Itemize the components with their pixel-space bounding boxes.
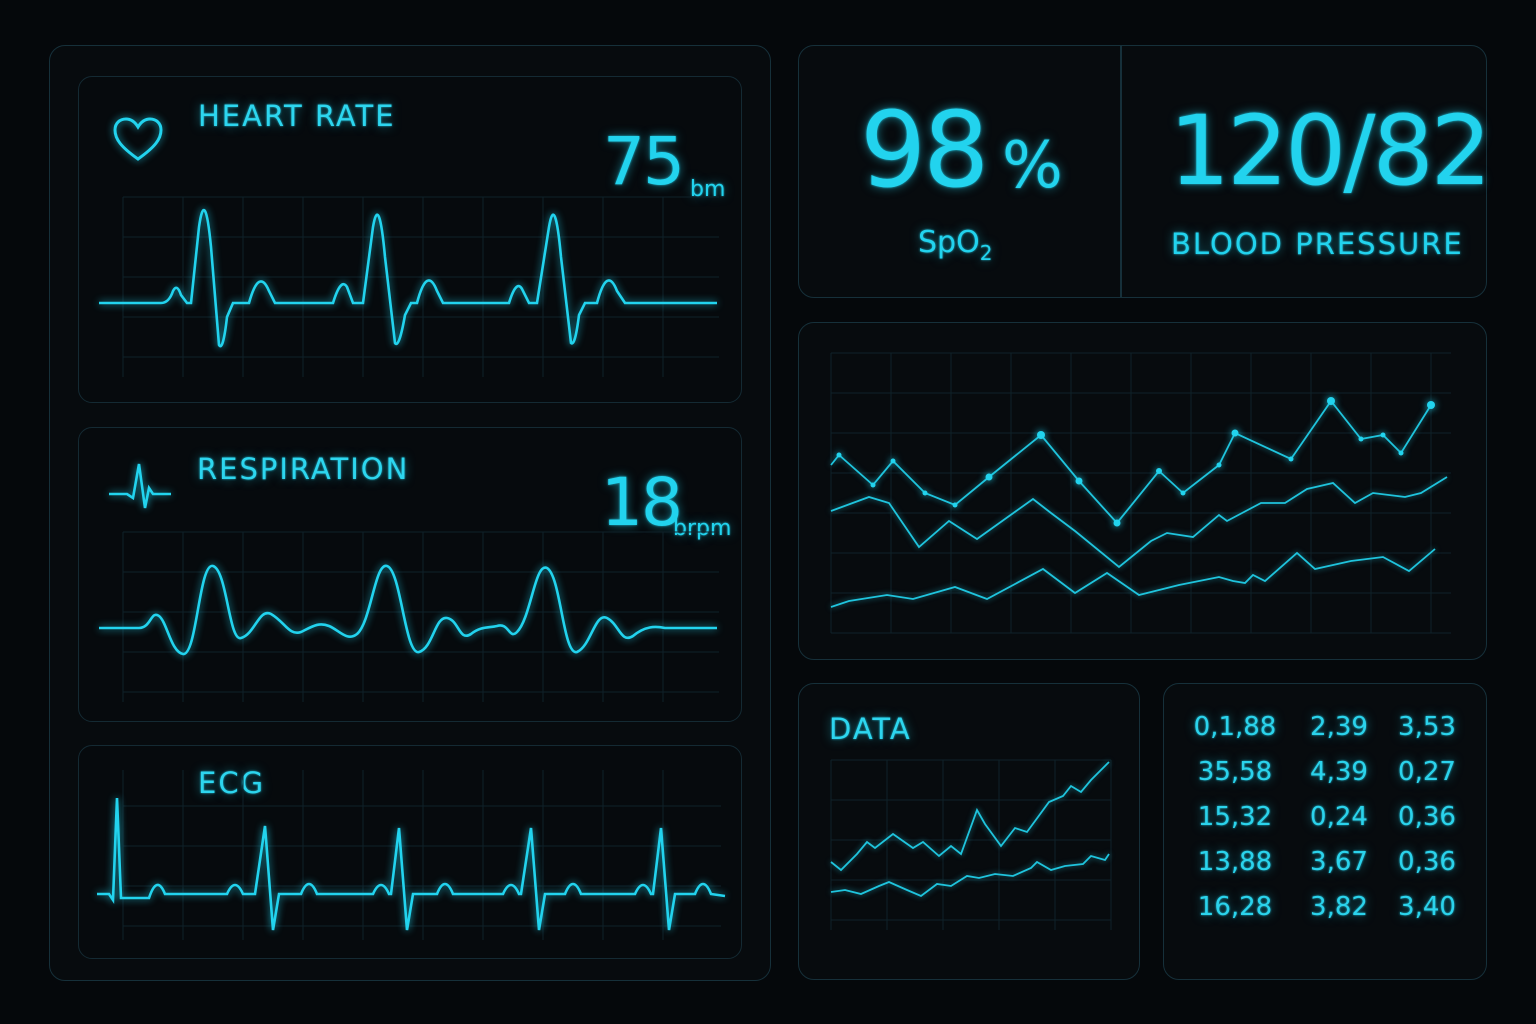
spo2-label-main: SpO [918,225,980,260]
data-grid [830,759,1112,930]
respiration-card[interactable]: RESPIRATION 18 brpm [78,427,742,722]
trend-chart-panel[interactable] [798,322,1487,660]
table-cell: 3,53 [1398,712,1456,742]
trend-point [952,502,958,508]
trend-point [1380,432,1386,438]
ecg-grid [122,770,721,940]
table-cell: 35,58 [1197,757,1273,787]
table-cell: 3,40 [1398,892,1456,922]
respiration-grid [122,531,719,702]
blood-pressure-value: 120/82 [1169,95,1492,207]
data-chart [830,759,1112,930]
trend-point [1037,431,1045,439]
trend-point [1075,477,1083,485]
trend-line-3 [830,548,1436,608]
heart-icon [113,117,163,161]
trend-point [1180,490,1186,496]
table-cell: 15,32 [1197,802,1273,832]
trend-chart [830,352,1451,634]
spo2-label: SpO2 [918,225,992,265]
trend-point [870,482,876,488]
spo2-readout[interactable]: 98 % SpO2 [798,45,1120,298]
trend-point [1398,450,1404,456]
spo2-label-sub: 2 [979,241,993,265]
trend-point [890,458,896,464]
trend-point [1358,436,1364,442]
trend-point [836,452,842,458]
table-cell: 16,28 [1197,892,1273,922]
table-cell: 13,88 [1197,847,1273,877]
data-line-2 [830,853,1110,898]
heart-rate-card[interactable]: HEART RATE 75 bm [78,76,742,403]
heart-rate-grid [122,196,719,377]
heart-rate-waveform [99,196,719,377]
trend-point [985,473,993,481]
trend-point [1216,462,1222,468]
blood-pressure-label: BLOOD PRESSURE [1171,227,1464,261]
trend-point [1113,519,1121,527]
trend-point [1327,397,1335,405]
spo2-percent: % [1002,129,1063,203]
pulse-icon [109,463,171,509]
trend-point [1288,456,1294,462]
respiration-waveform [99,531,719,702]
data-line-1 [830,761,1110,872]
trend-point [1231,429,1239,437]
table-cell: 0,36 [1398,847,1456,877]
table-cell: 0,36 [1398,802,1456,832]
ecg-waveform [97,770,726,940]
table-cell: 0,27 [1398,757,1456,787]
trend-point [1156,468,1162,474]
respiration-label: RESPIRATION [197,452,410,486]
spo2-value: 98 [860,89,989,211]
data-label: DATA [829,712,912,746]
trend-point [1427,401,1435,409]
trend-point [922,490,928,496]
table-cell: 0,1,88 [1193,712,1277,742]
ecg-card[interactable]: ECG [78,745,742,959]
heart-rate-label: HEART RATE [198,99,396,133]
values-table-panel: 0,1,88 2,39 3,53 35,58 4,39 0,27 15,32 0… [1163,683,1487,980]
blood-pressure-readout[interactable]: 120/82 BLOOD PRESSURE [1121,45,1492,298]
data-panel[interactable]: DATA [798,683,1140,980]
